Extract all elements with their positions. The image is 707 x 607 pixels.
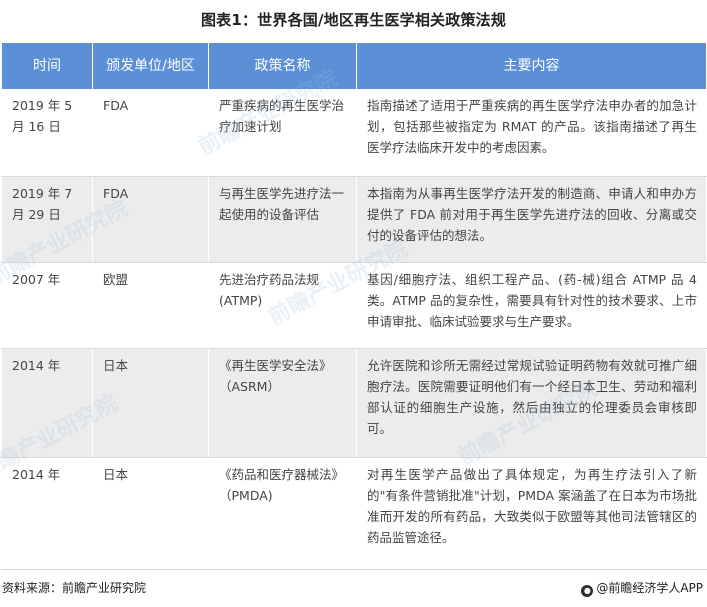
table-row: 2014 年 日本 《再生医学安全法》（ASRM） 允许医院和诊所无需经过常规试…	[1, 348, 707, 458]
cell-date: 2007 年	[1, 262, 93, 349]
cell-date: 2014 年	[1, 457, 93, 570]
figure-title: 图表1：世界各国/地区再生医学相关政策法规	[200, 11, 507, 29]
cell-policy-name: 先进治疗药品法规(ATMP)	[208, 262, 357, 349]
brand-logo-icon: ●	[581, 585, 594, 597]
cell-policy-name: 严重疾病的再生医学治疗加速计划	[208, 89, 357, 177]
table-row: 2007 年 欧盟 先进治疗药品法规(ATMP) 基因/细胞疗法、组织工程产品、…	[1, 262, 707, 349]
table-header-row: 时间 颁发单位/地区 政策名称 主要内容	[1, 43, 707, 89]
cell-policy-name: 《药品和医疗器械法》（PMDA)	[208, 457, 357, 570]
column-header-policy-name: 政策名称	[208, 43, 357, 89]
cell-content: 允许医院和诊所无需经过常规试验证明药物有效就可推广细胞疗法。医院需要证明他们有一…	[356, 348, 707, 458]
table-row: 2019 年 7 月 29 日 FDA 与再生医学先进疗法一起使用的设备评估 本…	[1, 176, 707, 263]
cell-issuer: 日本	[92, 348, 209, 458]
table-row: 2014 年 日本 《药品和医疗器械法》（PMDA) 对再生医学产品做出了具体规…	[1, 457, 707, 570]
cell-content: 本指南为从事再生医学疗法开发的制造商、申请人和申办方提供了 FDA 前对用于再生…	[356, 176, 707, 263]
brand-credit: ● @前瞻经济学人APP	[581, 579, 703, 597]
cell-policy-name: 与再生医学先进疗法一起使用的设备评估	[208, 176, 357, 263]
cell-date: 2019 年 5 月 16 日	[1, 89, 93, 177]
brand-label: @前瞻经济学人APP	[596, 581, 703, 595]
column-header-issuer: 颁发单位/地区	[92, 43, 209, 89]
column-header-content: 主要内容	[356, 43, 707, 89]
cell-date: 2019 年 7 月 29 日	[1, 176, 93, 263]
cell-content: 基因/细胞疗法、组织工程产品、(药-械)组合 ATMP 品 4 类。ATMP 品…	[356, 262, 707, 349]
policy-table: 时间 颁发单位/地区 政策名称 主要内容 2019 年 5 月 16 日 FDA…	[1, 43, 707, 570]
cell-date: 2014 年	[1, 348, 93, 458]
table-row: 2019 年 5 月 16 日 FDA 严重疾病的再生医学治疗加速计划 指南描述…	[1, 89, 707, 177]
cell-policy-name: 《再生医学安全法》（ASRM）	[208, 348, 357, 458]
source-note: 资料来源：前瞻产业研究院	[2, 581, 147, 595]
cell-content: 指南描述了适用于严重疾病的再生医学疗法申办者的加急计划，包括那些被指定为 RMA…	[356, 89, 707, 177]
cell-issuer: FDA	[92, 89, 209, 177]
column-header-date: 时间	[1, 43, 93, 89]
cell-content: 对再生医学产品做出了具体规定，为再生疗法引入了新的"有条件营销批准"计划，PMD…	[356, 457, 707, 570]
cell-issuer: 日本	[92, 457, 209, 570]
cell-issuer: 欧盟	[92, 262, 209, 349]
cell-issuer: FDA	[92, 176, 209, 263]
